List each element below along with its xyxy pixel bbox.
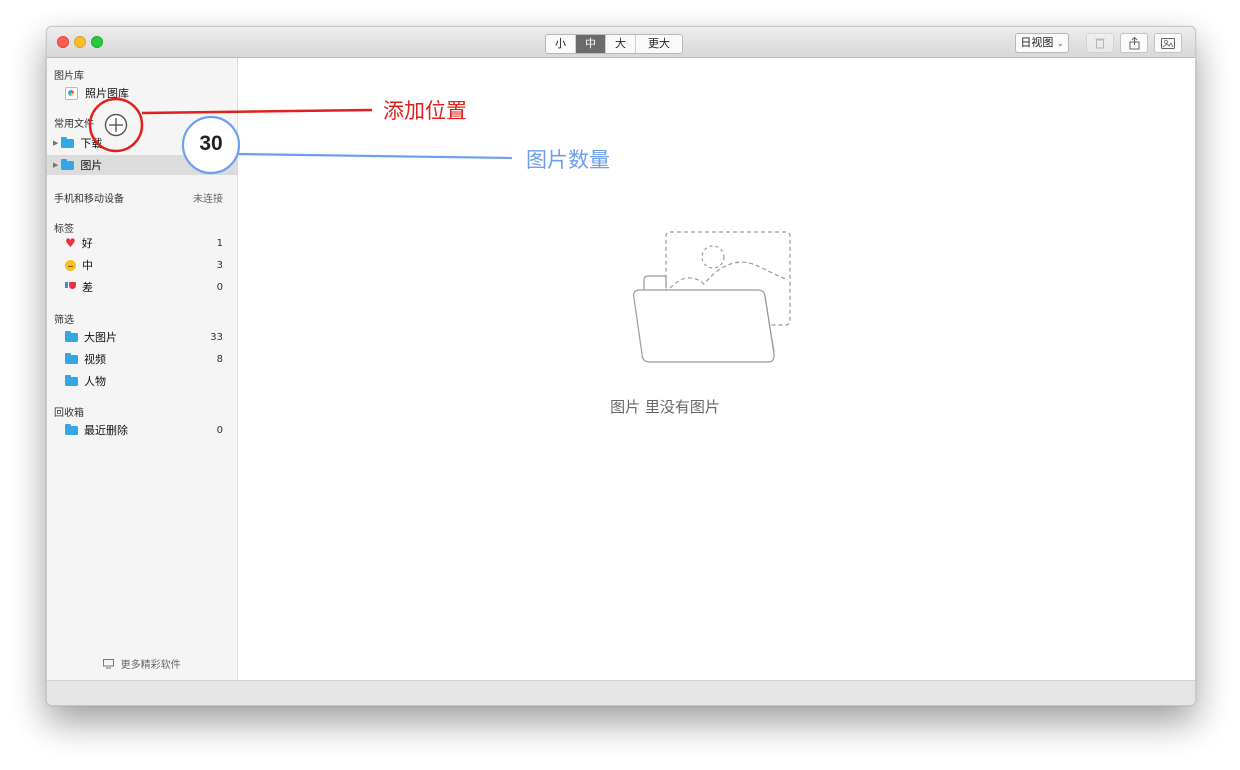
title-bar: 小 中 大 更大 日视图 ⌄ bbox=[47, 27, 1195, 58]
photo-count-annotation: 图片数量 bbox=[526, 148, 610, 172]
monitor-icon bbox=[103, 659, 115, 669]
more-software-link[interactable]: 更多精彩软件 bbox=[47, 656, 237, 671]
view-mode-label: 日视图 bbox=[1020, 36, 1054, 49]
chevron-down-icon: ⌄ bbox=[1056, 39, 1064, 48]
folder-icon bbox=[65, 374, 78, 386]
more-software-label: 更多精彩软件 bbox=[120, 660, 181, 671]
neutral-face-icon bbox=[65, 259, 76, 271]
section-header-favorites: 常用文件 bbox=[54, 119, 94, 130]
sidebar-item-label: 中 bbox=[82, 259, 93, 272]
folder-icon bbox=[65, 352, 78, 364]
empty-state-message: 图片 里没有图片 bbox=[610, 398, 720, 416]
size-large-button[interactable]: 大 bbox=[606, 35, 636, 53]
item-count: 8 bbox=[216, 353, 223, 365]
minimize-window-button[interactable] bbox=[74, 36, 86, 48]
item-count: 3 bbox=[216, 259, 223, 271]
sidebar-item-label: 最近删除 bbox=[84, 424, 128, 437]
sidebar-item-pictures[interactable]: ▶ 图片 bbox=[47, 155, 237, 175]
sidebar-item-tag-bad[interactable]: 差 0 bbox=[47, 277, 237, 297]
section-header-filters: 筛选 bbox=[54, 315, 74, 326]
sidebar-item-label: 差 bbox=[82, 281, 93, 294]
empty-folder-illustration bbox=[633, 231, 791, 363]
add-location-annotation: 添加位置 bbox=[383, 99, 467, 123]
status-bar bbox=[47, 680, 1195, 705]
sidebar-item-recently-deleted[interactable]: 最近删除 0 bbox=[47, 420, 237, 440]
section-header-trash: 回收箱 bbox=[54, 408, 84, 419]
sidebar-item-tag-good[interactable]: ♥ 好 1 bbox=[47, 233, 237, 253]
sidebar-item-label: 图片 bbox=[80, 159, 103, 172]
size-medium-button[interactable]: 中 bbox=[576, 35, 606, 53]
section-header-devices: 手机和移动设备 bbox=[54, 194, 124, 205]
folder-icon bbox=[61, 136, 75, 148]
sidebar-item-label: 好 bbox=[81, 237, 93, 250]
image-frame-icon bbox=[1161, 37, 1175, 49]
size-small-button[interactable]: 小 bbox=[546, 35, 576, 53]
thumbnail-size-selector: 小 中 大 更大 bbox=[545, 34, 683, 54]
item-count: 0 bbox=[216, 424, 223, 436]
view-mode-dropdown[interactable]: 日视图 ⌄ bbox=[1015, 33, 1069, 53]
sidebar-item-people[interactable]: 人物 bbox=[47, 371, 237, 391]
trash-icon bbox=[1095, 38, 1105, 49]
item-count: 0 bbox=[216, 281, 223, 293]
section-header-library: 图片库 bbox=[54, 71, 84, 82]
disclosure-triangle-icon[interactable]: ▶ bbox=[53, 139, 58, 147]
sidebar-item-label: 视频 bbox=[84, 353, 106, 366]
photos-app-icon bbox=[65, 86, 78, 100]
item-count: 1 bbox=[216, 237, 223, 249]
main-content bbox=[238, 58, 1195, 680]
thumbs-down-icon bbox=[65, 282, 76, 292]
sidebar-item-label: 照片图库 bbox=[85, 87, 129, 100]
disclosure-triangle-icon[interactable]: ▶ bbox=[53, 161, 58, 169]
sidebar-item-label: 大图片 bbox=[84, 331, 117, 344]
sidebar-item-large-photos[interactable]: 大图片 33 bbox=[47, 327, 237, 347]
sidebar-item-videos[interactable]: 视频 8 bbox=[47, 349, 237, 369]
sidebar-item-label: 人物 bbox=[84, 375, 106, 388]
close-window-button[interactable] bbox=[57, 36, 69, 48]
share-icon bbox=[1129, 36, 1139, 49]
sidebar-item-tag-neutral[interactable]: 中 3 bbox=[47, 255, 237, 275]
folder-icon bbox=[61, 158, 75, 170]
folder-icon bbox=[65, 330, 78, 342]
share-button[interactable] bbox=[1120, 33, 1148, 53]
delete-button[interactable] bbox=[1086, 33, 1114, 53]
device-connection-status: 未连接 bbox=[193, 194, 223, 205]
folder-icon bbox=[65, 423, 78, 435]
size-xlarge-button[interactable]: 更大 bbox=[636, 35, 682, 53]
sidebar-item-photos-library[interactable]: 照片图库 bbox=[47, 83, 237, 103]
heart-icon: ♥ bbox=[65, 236, 76, 250]
item-count: 33 bbox=[210, 331, 223, 343]
maximize-window-button[interactable] bbox=[91, 36, 103, 48]
app-window: 小 中 大 更大 日视图 ⌄ 图片库 照片图库 常用文件 ▶ 下载 ▶ 图片 手… bbox=[46, 26, 1196, 706]
fullscreen-preview-button[interactable] bbox=[1154, 33, 1182, 53]
sidebar-item-label: 下载 bbox=[80, 137, 103, 150]
photo-count-badge: 30 bbox=[199, 132, 223, 155]
